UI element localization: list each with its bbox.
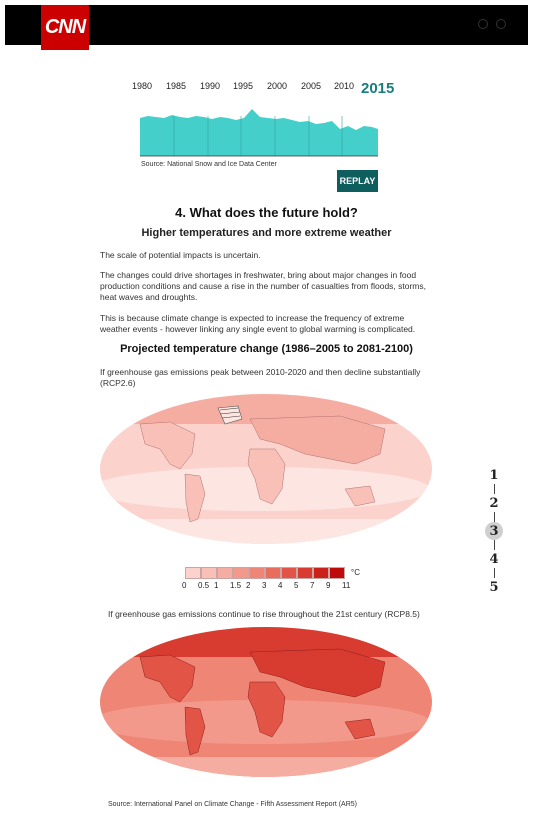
header-icons (478, 19, 506, 29)
ice-area-plot (140, 109, 378, 157)
year-label: 1990 (200, 81, 221, 91)
legend-label: 0.5 (198, 581, 210, 590)
legend-label: 1.5 (230, 581, 242, 590)
menu-icon[interactable] (496, 19, 506, 29)
section-heading: 4. What does the future hold? (175, 205, 358, 220)
caption-rcp85: If greenhouse gas emissions continue to … (108, 609, 420, 619)
legend-swatch (297, 567, 313, 579)
map-source: Source: International Panel on Climate C… (108, 801, 358, 808)
legend-swatch (329, 567, 345, 579)
year-label: 1980 (132, 81, 153, 91)
legend-swatch (249, 567, 265, 579)
section-pager: 1 2 3 4 5 (483, 466, 505, 596)
legend-label: 1 (214, 581, 219, 590)
paragraph: This is because climate change is expect… (100, 313, 416, 334)
legend-label: 3 (262, 581, 267, 590)
pager-connector (493, 484, 495, 494)
year-label: 1985 (166, 81, 187, 91)
legend-swatch (201, 567, 217, 579)
current-year: 2015 (361, 80, 395, 97)
legend-swatches (185, 567, 345, 579)
pager-item-5[interactable]: 5 (485, 578, 503, 596)
caption-rcp26: If greenhouse gas emissions peak between… (100, 367, 421, 388)
pager-item-4[interactable]: 4 (485, 550, 503, 568)
year-label: 2005 (301, 81, 322, 91)
legend-swatch (233, 567, 249, 579)
legend-swatch (265, 567, 281, 579)
legend-label: 2 (246, 581, 251, 590)
legend-label: 5 (294, 581, 299, 590)
year-label: 1995 (233, 81, 254, 91)
map-rcp26 (100, 394, 432, 544)
legend-swatch (313, 567, 329, 579)
pager-item-3[interactable]: 3 (485, 522, 503, 540)
legend-label: 0 (182, 581, 187, 590)
legend-swatch (217, 567, 233, 579)
legend-label: 9 (326, 581, 331, 590)
cnn-logo[interactable]: CNN (41, 5, 89, 50)
legend-unit: °C (351, 568, 360, 577)
paragraph: The scale of potential impacts is uncert… (100, 250, 261, 260)
pager-item-1[interactable]: 1 (485, 466, 503, 484)
legend-swatch (281, 567, 297, 579)
replay-button[interactable]: REPLAY (337, 170, 378, 192)
chart-source: Source: National Snow and Ice Data Cente… (141, 161, 277, 168)
pager-connector (493, 512, 495, 522)
pager-connector (493, 540, 495, 550)
legend-swatch (185, 567, 201, 579)
temperature-legend: °C 0 0.5 1 1.5 2 3 4 5 7 9 11 (182, 567, 360, 590)
subheading: Higher temperatures and more extreme wea… (141, 227, 392, 239)
pager-connector (493, 568, 495, 578)
paragraph: The changes could drive shortages in fre… (100, 270, 427, 302)
share-icon[interactable] (478, 19, 488, 29)
year-label: 2010 (334, 81, 355, 91)
year-label: 2000 (267, 81, 288, 91)
legend-label: 11 (342, 581, 351, 590)
ice-extent-chart: 1980 1985 1990 1995 2000 2005 2010 2015 (132, 78, 402, 168)
legend-label: 7 (310, 581, 315, 590)
logo-text: CNN (44, 16, 86, 38)
map-rcp85 (100, 627, 432, 777)
legend-label: 4 (278, 581, 283, 590)
pager-item-2[interactable]: 2 (485, 494, 503, 512)
projection-heading: Projected temperature change (1986–2005 … (120, 343, 413, 355)
top-bar: CNN (5, 5, 528, 50)
